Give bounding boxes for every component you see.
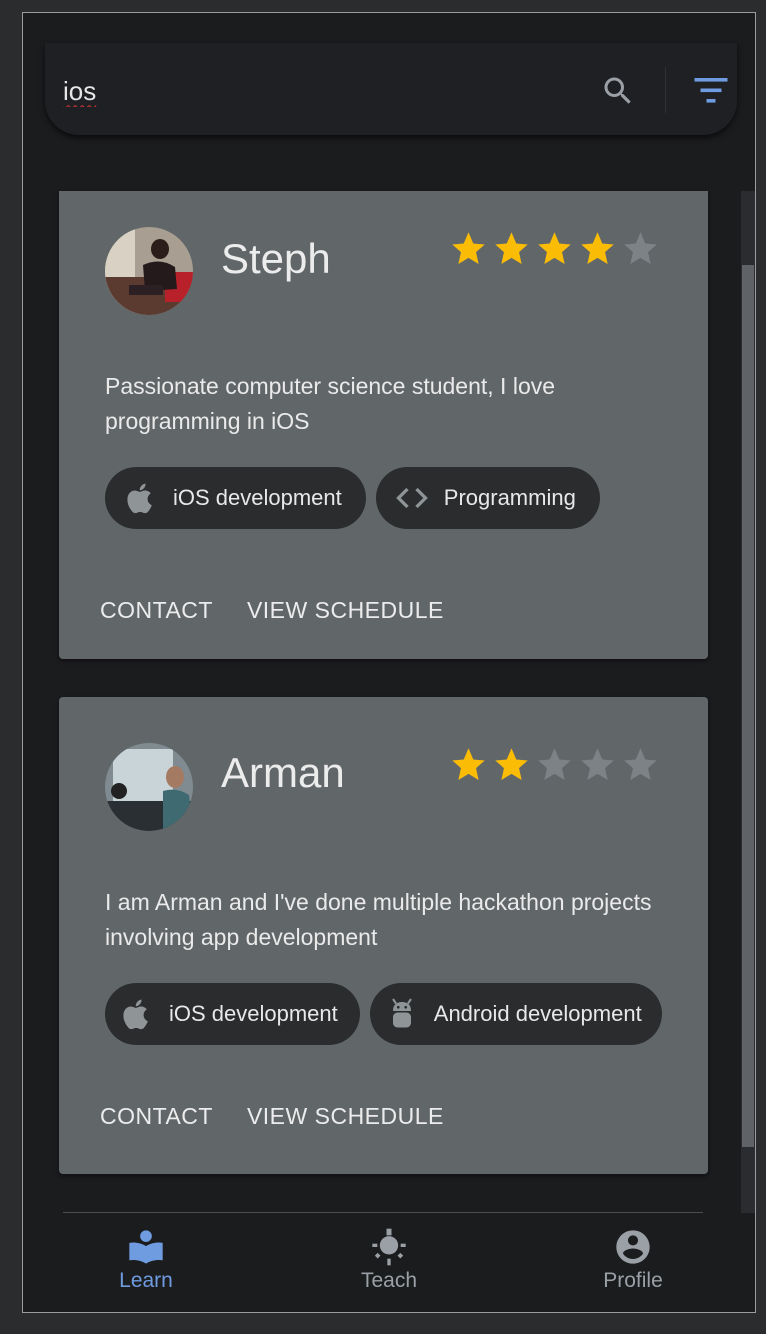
tutor-name: Steph (221, 235, 331, 282)
filter-icon[interactable] (693, 75, 729, 105)
contact-button[interactable]: CONTACT (100, 1103, 213, 1130)
search-divider (665, 67, 666, 113)
view-schedule-button[interactable]: VIEW SCHEDULE (247, 1103, 444, 1130)
search-icon[interactable] (600, 73, 636, 109)
search-input[interactable] (63, 73, 463, 109)
skill-label: iOS development (173, 485, 342, 510)
star-empty-icon (624, 748, 657, 780)
star-filled-icon (452, 748, 485, 780)
avatar-photo (105, 743, 193, 831)
skill-chip-programming[interactable]: Programming (375, 467, 600, 529)
bottom-nav: Learn Teach Profile (23, 1213, 755, 1312)
view-schedule-button[interactable]: VIEW SCHEDULE (247, 597, 444, 624)
card-actions: CONTACT VIEW SCHEDULE (100, 597, 444, 624)
tutor-card: Arman I am Arman and I've done multiple … (59, 697, 708, 1174)
star-filled-icon (495, 748, 528, 780)
star-filled-icon (495, 232, 528, 264)
app-window: Steph Passionate computer science studen… (22, 12, 756, 1313)
tutor-bio: Passionate computer science student, I l… (105, 373, 556, 434)
star-empty-icon (581, 748, 614, 780)
star-empty-icon (624, 232, 657, 264)
nav-label: Profile (603, 1269, 663, 1292)
star-filled-icon (452, 232, 485, 264)
card-actions: CONTACT VIEW SCHEDULE (100, 1103, 444, 1130)
android-icon (391, 998, 412, 1028)
avatar-photo (105, 227, 193, 315)
skill-chip-android[interactable]: Android development (369, 983, 662, 1045)
nav-label: Learn (119, 1269, 173, 1292)
skill-label: iOS development (169, 1001, 338, 1026)
apple-icon (123, 999, 148, 1030)
avatar (105, 227, 193, 315)
star-empty-icon (538, 748, 571, 780)
profile-icon (616, 1230, 650, 1264)
skill-chip-ios[interactable]: iOS development (105, 467, 366, 529)
star-filled-icon (581, 232, 614, 264)
teach-icon (372, 1228, 406, 1266)
tutor-name: Arman (221, 749, 345, 796)
nav-item-teach[interactable]: Teach (329, 1227, 449, 1293)
skill-label: Programming (443, 485, 576, 510)
scrollbar-thumb[interactable] (742, 265, 754, 1147)
contact-button[interactable]: CONTACT (100, 597, 213, 624)
avatar (105, 743, 193, 831)
nav-label: Teach (360, 1269, 418, 1292)
tutor-bio: I am Arman and I've done multiple hackat… (105, 889, 652, 950)
skill-chips: iOS development Programming (105, 467, 600, 529)
star-filled-icon (538, 232, 571, 264)
star-rating (449, 745, 660, 784)
star-rating (449, 229, 660, 268)
code-icon (395, 487, 428, 509)
skill-chip-ios[interactable]: iOS development (105, 983, 360, 1045)
skill-label: Android development (433, 1001, 642, 1026)
learn-icon (129, 1230, 163, 1264)
tutor-card: Steph Passionate computer science studen… (59, 191, 708, 659)
skill-chips: iOS development Android development (105, 983, 662, 1045)
apple-icon (127, 483, 152, 514)
nav-item-profile[interactable]: Profile (573, 1227, 693, 1293)
search-bar (45, 43, 737, 135)
nav-item-learn[interactable]: Learn (86, 1227, 206, 1293)
